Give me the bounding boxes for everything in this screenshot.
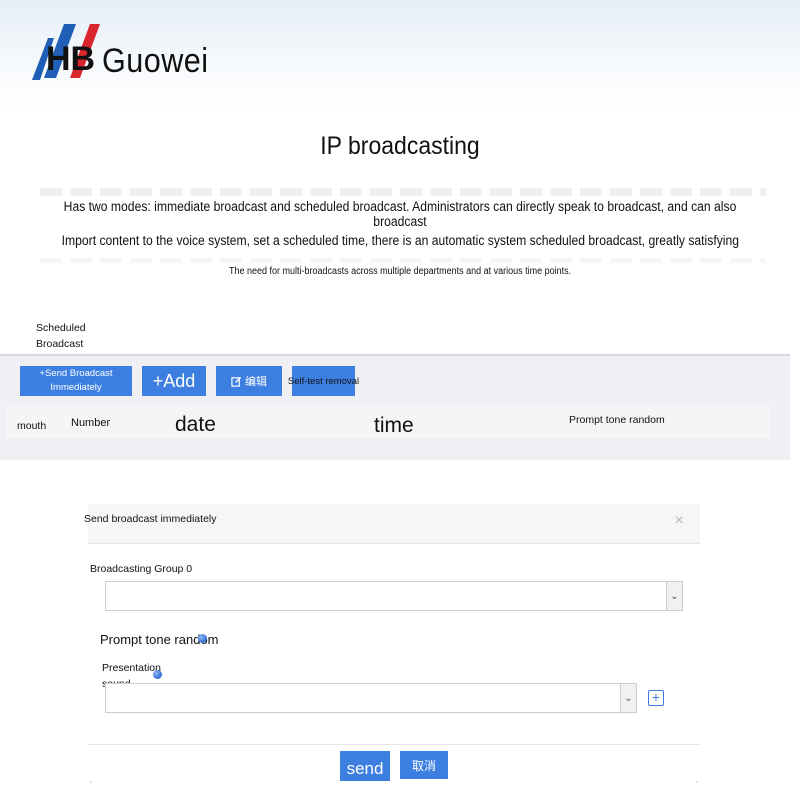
page-title: IP broadcasting (320, 132, 480, 160)
close-icon[interactable]: × (668, 510, 690, 532)
broadcasting-group-label: Broadcasting Group 0 (90, 563, 193, 575)
company-logo: HB (32, 24, 100, 80)
brand-name: Guowei (102, 42, 209, 80)
description-line: Has two modes: immediate broadcast and s… (63, 199, 737, 229)
scheduled-broadcast-label: Scheduled Broadcast (36, 322, 86, 350)
corner-mark: ‘ (90, 780, 92, 789)
column-header-mouth[interactable]: mouth (17, 420, 46, 432)
modal-title: Send broadcast immediately (84, 513, 217, 525)
broadcasting-group-select[interactable]: ⌄ (105, 581, 683, 611)
svg-text:HB: HB (46, 40, 95, 78)
description-line: The need for multi-broadcasts across mul… (228, 266, 572, 277)
column-header-time[interactable]: time (374, 414, 414, 438)
send-button[interactable]: send (340, 751, 390, 781)
plus-square-icon[interactable]: + (648, 690, 664, 706)
column-header-prompt-tone[interactable]: Prompt tone random (569, 414, 665, 426)
edit-icon (231, 376, 242, 387)
add-button[interactable]: +Add (142, 366, 206, 396)
chevron-down-icon[interactable]: ⌄ (666, 582, 682, 610)
column-header-number[interactable]: Number (71, 417, 110, 429)
modal-footer-divider (88, 744, 700, 745)
corner-mark: ‘ (696, 780, 698, 789)
cancel-button[interactable]: 取消 (400, 751, 448, 779)
presentation-sound-select[interactable]: ⌄ (105, 683, 637, 713)
edit-button[interactable]: 编辑 (216, 366, 282, 396)
toggle-dot-icon[interactable] (153, 670, 162, 679)
faded-text-band (40, 188, 766, 196)
chevron-down-icon[interactable]: ⌄ (620, 684, 636, 712)
self-test-removal-button[interactable]: Self-test removal (288, 366, 359, 396)
description-line: Import content to the voice system, set … (61, 233, 739, 248)
toggle-dot-icon[interactable] (198, 634, 207, 643)
send-broadcast-immediately-button[interactable]: +Send Broadcast Immediately (20, 366, 132, 396)
faded-text-band (40, 258, 766, 263)
column-header-date[interactable]: date (175, 413, 216, 437)
edit-label: 编辑 (245, 376, 267, 388)
